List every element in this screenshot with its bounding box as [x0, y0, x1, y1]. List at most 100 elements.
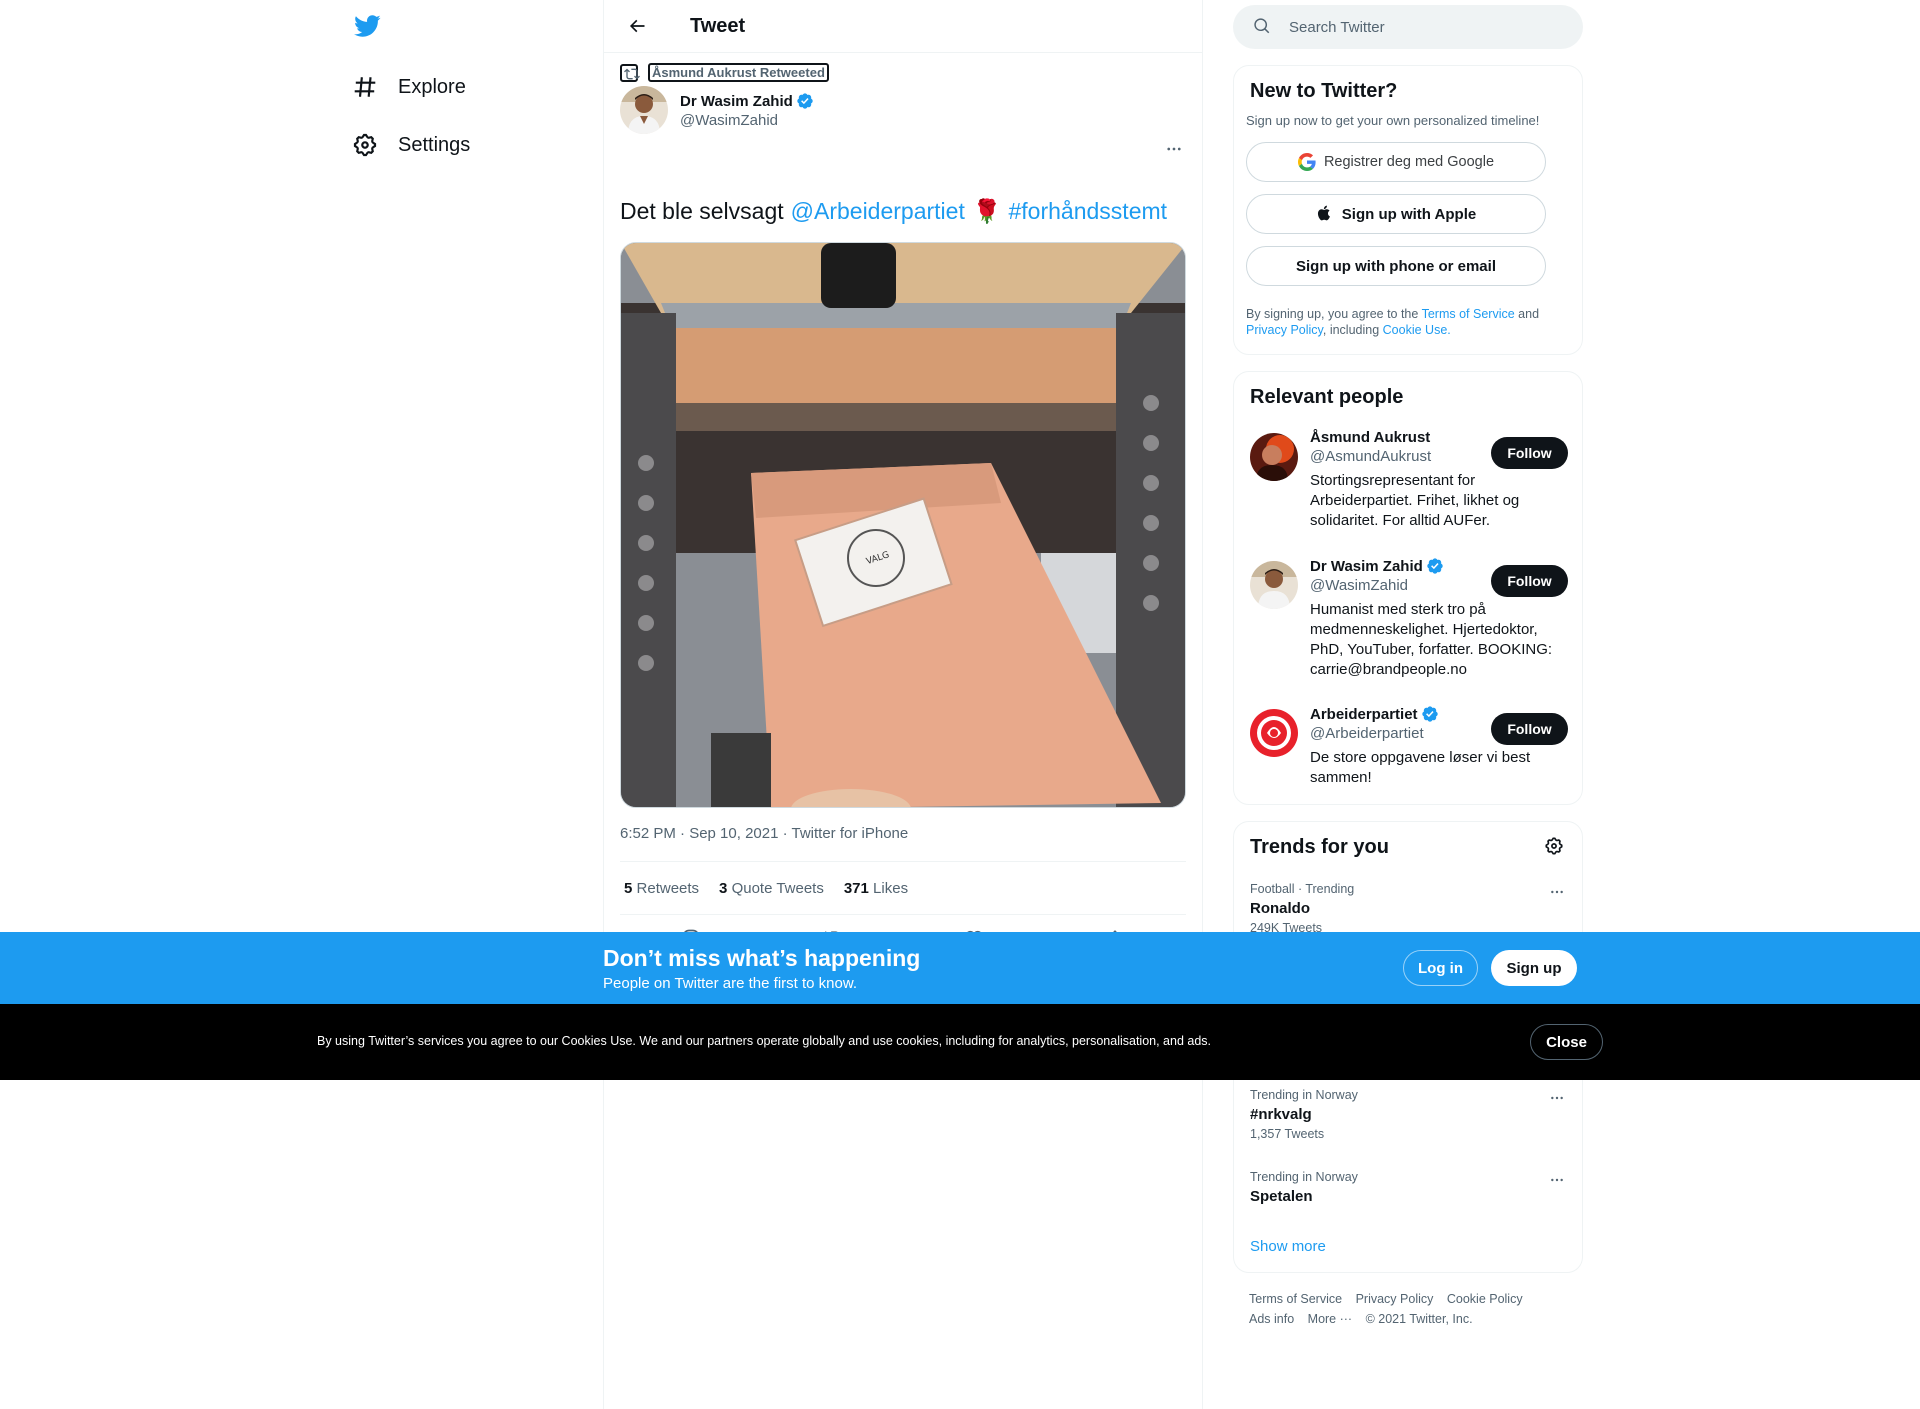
- person-name-text: Arbeiderpartiet: [1310, 705, 1418, 723]
- page-header: Tweet: [604, 0, 1202, 53]
- footer-privacy-link[interactable]: Privacy Policy: [1356, 1292, 1434, 1306]
- trend-name: Spetalen: [1250, 1188, 1313, 1205]
- nav-settings[interactable]: Settings: [352, 119, 470, 171]
- footer-terms-link[interactable]: Terms of Service: [1249, 1292, 1342, 1306]
- banner-subtitle: People on Twitter are the first to know.: [603, 975, 858, 992]
- tweet-mention-link[interactable]: @Arbeiderpartiet: [791, 198, 965, 225]
- email-signup-label: Sign up with phone or email: [1295, 257, 1496, 275]
- show-more-link[interactable]: Show more: [1250, 1238, 1326, 1255]
- verified-badge-icon: [1421, 705, 1439, 723]
- trend-item[interactable]: Trending in Norway Spetalen: [1250, 1170, 1568, 1205]
- apple-signup-button[interactable]: Sign up with Apple: [1246, 194, 1546, 234]
- login-button[interactable]: Log in: [1403, 950, 1478, 986]
- tweet-text: Det ble selvsagt @Arbeiderpartiet 🌹 #for…: [620, 198, 1167, 225]
- person-name-text: Åsmund Aukrust: [1310, 429, 1431, 446]
- retweets-stat[interactable]: 5 Retweets: [624, 880, 699, 897]
- apple-icon: [1316, 205, 1334, 223]
- trend-more-icon[interactable]: [1546, 882, 1568, 902]
- verified-badge-icon: [1426, 557, 1444, 575]
- search-icon: [1253, 17, 1273, 37]
- trend-more-icon[interactable]: [1546, 1170, 1568, 1190]
- likes-label: Likes: [873, 879, 909, 897]
- likes-count: 371: [843, 879, 869, 897]
- tweet-hashtag-link[interactable]: #forhåndsstemt: [1009, 198, 1168, 225]
- privacy-link[interactable]: Privacy Policy: [1246, 323, 1323, 337]
- footer-more-link[interactable]: More ···: [1308, 1312, 1352, 1326]
- person-bio: Stortingsrepresentant for Arbeiderpartie…: [1310, 472, 1520, 529]
- footer-cookie-link[interactable]: Cookie Policy: [1447, 1292, 1523, 1306]
- tweet-stats: 5 Retweets 3 Quote Tweets 371 Likes: [620, 861, 1186, 915]
- author-handle[interactable]: @WasimZahid: [680, 112, 814, 129]
- quotes-stat[interactable]: 3 Quote Tweets: [719, 880, 824, 897]
- person-avatar[interactable]: [1250, 433, 1298, 481]
- new-to-twitter-card: New to Twitter? Sign up now to get your …: [1233, 65, 1583, 355]
- cookie-text: By using Twitter’s services you agree to…: [317, 1034, 1212, 1048]
- legal-including: , including: [1322, 323, 1380, 337]
- google-icon: [1297, 153, 1316, 171]
- tweet-author: Dr Wasim Zahid @WasimZahid: [620, 86, 814, 134]
- follow-button[interactable]: Follow: [1491, 713, 1568, 745]
- nav-explore-label: Explore: [398, 75, 466, 98]
- tweet-text-plain: Det ble selvsagt: [620, 198, 784, 224]
- retweet-context: Åsmund Aukrust Retweeted: [620, 63, 829, 82]
- email-signup-button[interactable]: Sign up with phone or email: [1246, 246, 1546, 286]
- more-options-icon[interactable]: [1162, 139, 1186, 159]
- rose-emoji: 🌹: [972, 198, 1002, 224]
- trend-name: Ronaldo: [1250, 900, 1310, 917]
- retweet-icon: [620, 63, 640, 82]
- trends-settings-icon[interactable]: [1544, 836, 1566, 858]
- person-avatar[interactable]: [1250, 709, 1298, 757]
- footer-copyright: © 2021 Twitter, Inc.: [1365, 1312, 1473, 1326]
- search-input[interactable]: [1289, 18, 1549, 36]
- person-avatar[interactable]: [1250, 561, 1298, 609]
- terms-link[interactable]: Terms of Service: [1422, 307, 1515, 321]
- trend-name: #nrkvalg: [1250, 1106, 1312, 1123]
- legal-and: and: [1518, 307, 1540, 321]
- signup-banner: Don’t miss what’s happening People on Tw…: [0, 932, 1920, 1004]
- search-bar: [1233, 5, 1583, 49]
- retweets-count: 5: [624, 879, 633, 897]
- page-title: Tweet: [690, 14, 746, 37]
- footer-links: Terms of Service Privacy Policy Cookie P…: [1249, 1289, 1569, 1329]
- person-bio: De store oppgavene løser vi best sammen!: [1310, 749, 1531, 786]
- author-name[interactable]: Dr Wasim Zahid: [680, 93, 793, 110]
- cookie-use-link[interactable]: Cookie Use.: [1383, 323, 1451, 337]
- signup-button[interactable]: Sign up: [1491, 950, 1577, 986]
- quotes-label: Quote Tweets: [731, 879, 824, 897]
- new-to-twitter-title: New to Twitter?: [1250, 80, 1398, 102]
- nav-settings-label: Settings: [398, 133, 471, 156]
- follow-button[interactable]: Follow: [1491, 437, 1568, 469]
- trend-context: Trending in Norway: [1250, 1088, 1358, 1102]
- footer-ads-link[interactable]: Ads info: [1249, 1312, 1294, 1326]
- banner-title: Don’t miss what’s happening: [603, 945, 921, 971]
- trend-more-icon[interactable]: [1546, 1088, 1568, 1108]
- trend-count: 1,357 Tweets: [1250, 1127, 1325, 1141]
- quotes-count: 3: [719, 879, 728, 897]
- relevant-people-title: Relevant people: [1250, 386, 1404, 408]
- author-name-row: Dr Wasim Zahid: [680, 92, 814, 110]
- signup-legal-text: By signing up, you agree to the Terms of…: [1246, 306, 1570, 338]
- nav-explore[interactable]: Explore: [352, 61, 466, 113]
- tweet-timestamp[interactable]: 6:52 PM · Sep 10, 2021 · Twitter for iPh…: [620, 825, 908, 842]
- follow-button[interactable]: Follow: [1491, 565, 1568, 597]
- legal-intro: By signing up, you agree to the: [1246, 307, 1419, 321]
- trend-item[interactable]: Trending in Norway #nrkvalg 1,357 Tweets: [1250, 1088, 1568, 1141]
- new-to-twitter-subtitle: Sign up now to get your own personalized…: [1246, 113, 1540, 128]
- trend-item[interactable]: Football · Trending Ronaldo 249K Tweets: [1250, 882, 1568, 935]
- cookie-bar: By using Twitter’s services you agree to…: [0, 1004, 1920, 1080]
- trends-title: Trends for you: [1250, 836, 1389, 858]
- google-signup-button[interactable]: Registrer deg med Google: [1246, 142, 1546, 182]
- gear-icon: [352, 132, 378, 158]
- hashtag-icon: [352, 74, 378, 100]
- likes-stat[interactable]: 371 Likes: [844, 880, 908, 897]
- person-bio: Humanist med sterk tro på medmenneskelig…: [1310, 601, 1553, 678]
- twitter-logo-icon[interactable]: [352, 12, 386, 42]
- cookie-close-button[interactable]: Close: [1530, 1024, 1603, 1060]
- author-avatar[interactable]: [620, 86, 668, 134]
- retweeted-by-label[interactable]: Åsmund Aukrust Retweeted: [648, 63, 829, 82]
- relevant-people-card: Relevant people Åsmund Aukrust @AsmundAu…: [1233, 371, 1583, 805]
- person-name-text: Dr Wasim Zahid: [1310, 557, 1423, 575]
- trend-context: Football · Trending: [1250, 882, 1355, 896]
- tweet-photo[interactable]: VALG: [620, 242, 1186, 808]
- back-arrow-icon[interactable]: [620, 9, 654, 43]
